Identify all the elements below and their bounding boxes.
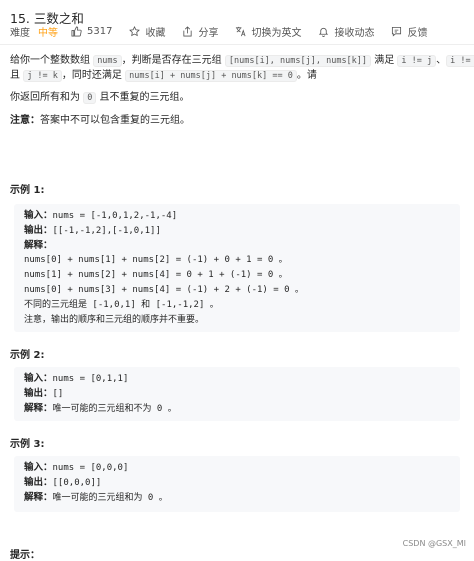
example-line: 解释：: [24, 238, 450, 253]
inline-code-cond: j != k: [23, 70, 62, 82]
desc-text: 且: [10, 70, 20, 81]
desc-text: 满足: [374, 55, 395, 66]
example-line: 输入：nums = [-1,0,1,2,-1,-4]: [24, 208, 450, 223]
example-1-block: 输入：nums = [-1,0,1,2,-1,-4] 输出：[[-1,-1,2]…: [14, 204, 460, 332]
example-3-block: 输入：nums = [0,0,0] 输出：[[0,0,0]] 解释：唯一可能的三…: [14, 456, 460, 512]
description-line-3: 你返回所有和为 0 且不重复的三元组。: [10, 90, 190, 106]
desc-text: 且不重复的三元组。: [99, 92, 190, 103]
feedback-button[interactable]: 反馈: [391, 24, 427, 39]
example-2-title: 示例 2:: [10, 350, 45, 361]
description-line-2: 且 j != k ，同时还满足 nums[i] + nums[j] + nums[…: [10, 68, 317, 84]
switch-language-label: 切换为英文: [251, 27, 302, 39]
desc-text: ，判断是否存在三元组: [121, 55, 222, 66]
inline-code-cond: i != k: [446, 55, 474, 67]
example-line: 输出：[[0,0,0]]: [24, 475, 450, 490]
switch-language-button[interactable]: 切换为英文: [235, 24, 301, 39]
explain-value: 唯一可能的三元组和不为 0 。: [52, 404, 177, 414]
share-button[interactable]: 分享: [182, 24, 218, 39]
feedback-icon: [392, 26, 402, 36]
inline-code-triple: [nums[i], nums[j], nums[k]]: [224, 55, 372, 67]
input-label: 输入：: [24, 462, 53, 473]
example-2-block: 输入：nums = [0,1,1] 输出：[] 解释：唯一可能的三元组和不为 0…: [14, 367, 460, 421]
example-line: 注意，输出的顺序和三元组的顺序并不重要。: [24, 313, 450, 328]
notify-button[interactable]: 接收动态: [318, 24, 374, 39]
output-label: 输出：: [24, 477, 53, 488]
input-value: nums = [-1,0,1,2,-1,-4]: [52, 211, 178, 221]
inline-code-nums: nums: [93, 55, 122, 67]
problem-meta-bar: 难度 中等 5317 收藏 分享 切换为英文 接收动态 反馈: [10, 23, 444, 39]
share-label: 分享: [198, 27, 219, 39]
inline-code-cond: i != j: [397, 55, 437, 67]
example-line: nums[1] + nums[2] + nums[4] = 0 + 1 + (-…: [24, 268, 450, 283]
example-line: nums[0] + nums[3] + nums[4] = (-1) + 2 +…: [24, 283, 450, 298]
notify-label: 接收动态: [334, 27, 375, 39]
explain-text: nums[1] + nums[2] + nums[4] = 0 + 1 + (-…: [24, 270, 288, 280]
example-3-title: 示例 3:: [10, 439, 45, 450]
share-icon: [183, 25, 193, 36]
example-line: 不同的三元组是 [-1,0,1] 和 [-1,-1,2] 。: [24, 298, 450, 313]
inline-code-zero: 0: [83, 92, 97, 104]
desc-text: 给你一个整数数组: [10, 55, 90, 66]
star-icon: [129, 25, 141, 36]
desc-text: ，同时还满足: [61, 70, 122, 81]
explain-value: 唯一可能的三元组和为 0 。: [52, 493, 168, 503]
bell-icon: [319, 27, 329, 37]
input-value: nums = [0,1,1]: [52, 374, 129, 384]
input-value: nums = [0,0,0]: [52, 463, 129, 473]
explain-text: 不同的三元组是 [-1,0,1] 和 [-1,-1,2] 。: [24, 300, 219, 310]
feedback-label: 反馈: [407, 27, 428, 39]
output-label: 输出：: [24, 388, 53, 399]
example-line: 输出：[[-1,-1,2],[-1,0,1]]: [24, 223, 450, 238]
inline-code-sum: nums[i] + nums[j] + nums[k] == 0: [125, 70, 297, 82]
desc-text: 、: [436, 55, 447, 66]
collect-label: 收藏: [145, 27, 166, 39]
explain-text: nums[0] + nums[3] + nums[4] = (-1) + 2 +…: [24, 285, 304, 295]
desc-text: 你返回所有和为: [10, 92, 80, 103]
note-text: 答案中不可以包含重复的三元组。: [40, 115, 190, 126]
example-line: 输出：[]: [24, 386, 450, 401]
input-label: 输入：: [24, 210, 53, 221]
example-line: 输入：nums = [0,0,0]: [24, 460, 450, 475]
translate-icon: [236, 26, 246, 36]
explain-label: 解释：: [24, 403, 53, 414]
description-line-1: 给你一个整数数组 nums ，判断是否存在三元组 [nums[i], nums[j…: [10, 53, 474, 69]
example-1-title: 示例 1:: [10, 185, 45, 196]
input-label: 输入：: [24, 373, 53, 384]
explain-label: 解释：: [24, 492, 53, 503]
explain-text: nums[0] + nums[1] + nums[2] = (-1) + 0 +…: [24, 255, 288, 265]
thumbs-up-icon: [71, 26, 82, 36]
like-button[interactable]: 5317: [71, 26, 112, 37]
desc-text: 。请: [296, 70, 317, 81]
explain-text: 注意，输出的顺序和三元组的顺序并不重要。: [24, 315, 205, 325]
output-value: [[-1,-1,2],[-1,0,1]]: [52, 226, 161, 236]
example-line: 解释：唯一可能的三元组和不为 0 。: [24, 401, 450, 416]
example-line: 解释：唯一可能的三元组和为 0 。: [24, 490, 450, 505]
explain-label: 解释：: [24, 240, 53, 251]
difficulty-label: 难度: [10, 27, 30, 39]
example-line: 输入：nums = [0,1,1]: [24, 371, 450, 386]
example-line: nums[0] + nums[1] + nums[2] = (-1) + 0 +…: [24, 253, 450, 268]
note-label: 注意：: [10, 115, 40, 126]
note: 注意：答案中不可以包含重复的三元组。: [10, 113, 190, 129]
difficulty-badge: 中等: [38, 27, 58, 39]
header-divider: [0, 44, 474, 45]
like-count: 5317: [87, 25, 113, 37]
collect-button[interactable]: 收藏: [129, 24, 165, 39]
output-value: [[0,0,0]]: [52, 478, 102, 488]
output-label: 输出：: [24, 225, 53, 236]
watermark: CSDN @GSX_MI: [402, 539, 466, 548]
output-value: []: [52, 389, 64, 399]
